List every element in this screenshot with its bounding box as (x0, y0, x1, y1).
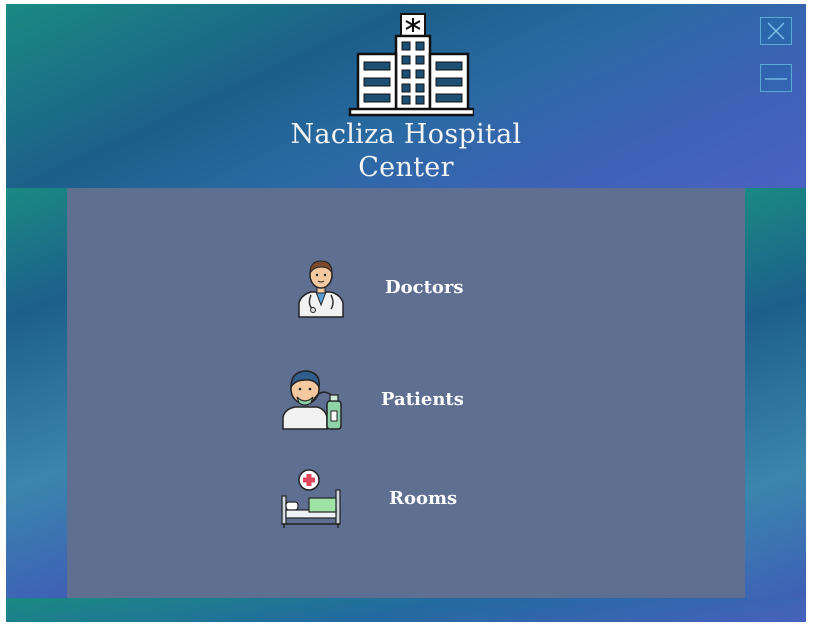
menu-label-rooms: Rooms (389, 487, 458, 509)
hospital-logo-icon (348, 13, 474, 117)
menu-item-rooms[interactable]: Rooms (279, 466, 457, 530)
app-title: Nacliza Hospital Center (206, 118, 606, 184)
main-content: Doctors Patients Rooms (67, 188, 745, 598)
right-sidebar (745, 188, 806, 598)
minimize-icon (765, 78, 787, 80)
doctor-icon (298, 260, 344, 318)
app-title-line-2: Center (358, 152, 454, 183)
app-title-line-1: Nacliza Hospital (290, 119, 522, 150)
left-sidebar (6, 188, 67, 598)
app-window: Nacliza Hospital Center Doctors Patients… (6, 4, 806, 622)
menu-label-doctors: Doctors (385, 276, 464, 298)
hospital-bed-icon (281, 469, 341, 528)
minimize-button[interactable] (760, 64, 792, 92)
menu-label-patients: Patients (381, 388, 464, 410)
menu-item-doctors[interactable]: Doctors (289, 255, 464, 319)
footer-bar (6, 598, 806, 622)
close-button[interactable] (760, 17, 792, 45)
patient-icon (282, 370, 342, 430)
menu-item-patients[interactable]: Patients (279, 367, 464, 431)
close-icon (767, 22, 785, 40)
header: Nacliza Hospital Center (6, 4, 806, 188)
